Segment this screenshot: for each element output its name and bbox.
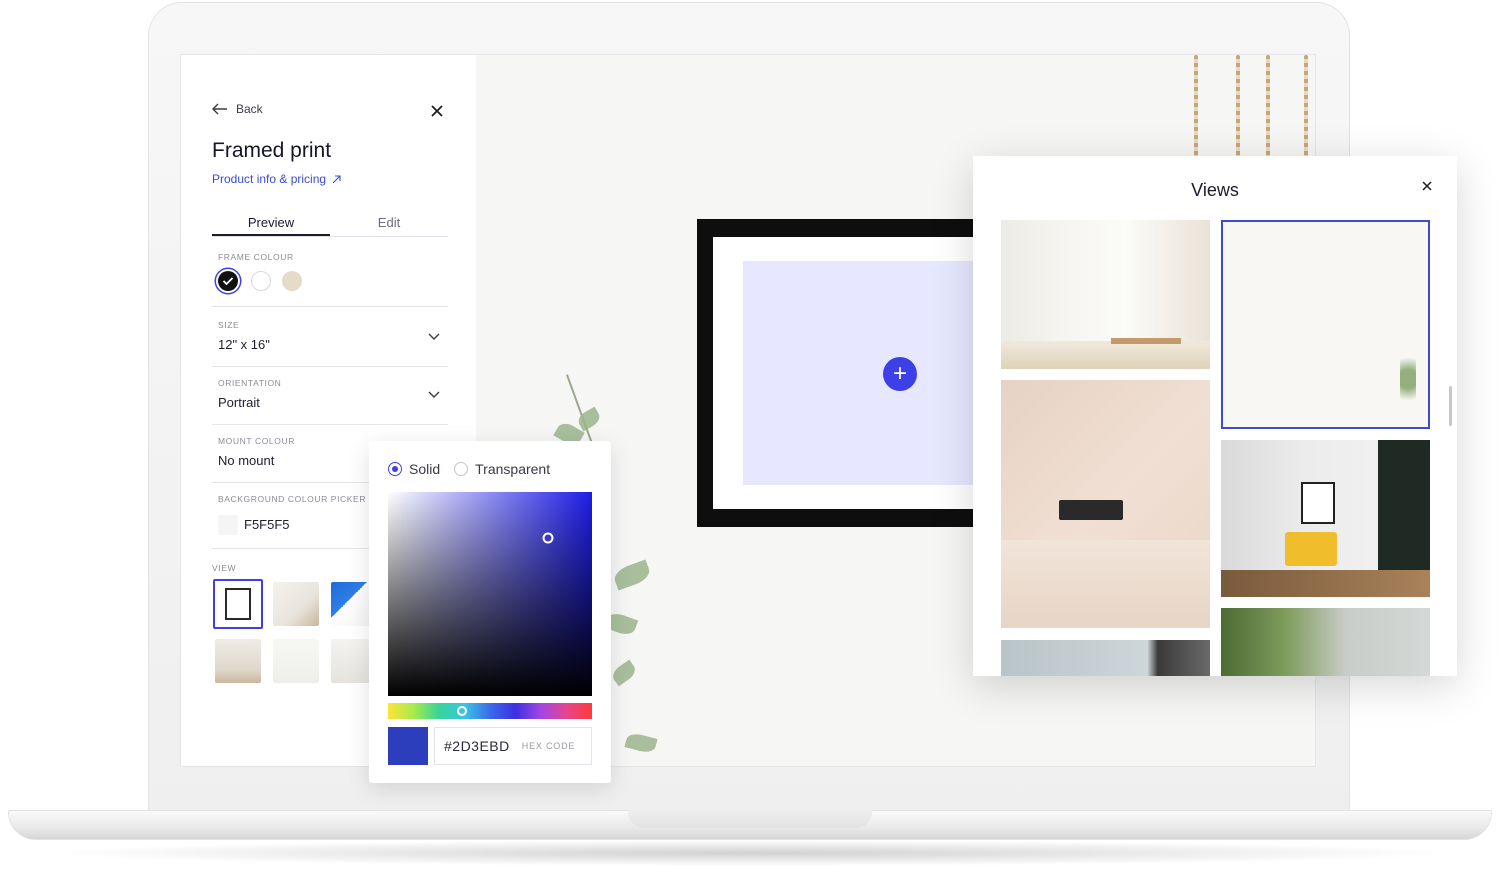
frame-outline-icon <box>225 588 251 620</box>
hue-handle[interactable] <box>457 706 467 716</box>
background-colour-label: BACKGROUND COLOUR PICKER <box>218 494 367 504</box>
arrow-left-icon <box>212 103 227 115</box>
hex-code-hint: HEX CODE <box>521 741 576 751</box>
hex-code-input[interactable]: #2D3EBD HEX CODE <box>434 727 592 765</box>
external-link-icon <box>332 174 341 183</box>
saturation-value-area[interactable] <box>388 492 592 696</box>
chevron-down-icon <box>428 333 440 340</box>
framed-print-preview: + <box>697 219 999 527</box>
orientation-value: Portrait <box>218 395 260 410</box>
frame-colour-label: FRAME COLOUR <box>218 252 294 262</box>
leaf-decoration <box>624 731 658 755</box>
view-option-dining[interactable] <box>1001 220 1210 369</box>
tab-edit[interactable]: Edit <box>330 213 448 236</box>
view-option-sofa[interactable] <box>1001 380 1210 628</box>
view-option-plain-wall[interactable] <box>1221 220 1430 429</box>
product-info-link[interactable]: Product info & pricing <box>212 172 341 186</box>
transparent-radio[interactable]: Transparent <box>454 461 550 477</box>
views-scrollbar[interactable] <box>1449 386 1452 426</box>
view-thumbnail-frame[interactable] <box>213 579 263 629</box>
radio-unchecked-icon <box>454 462 469 476</box>
view-thumbnail-bedroom[interactable] <box>215 639 261 683</box>
rope-decoration <box>1266 55 1270 160</box>
fill-mode-options: Solid Transparent <box>388 461 550 477</box>
tab-bar: Preview Edit <box>212 213 448 237</box>
solid-label: Solid <box>409 461 441 477</box>
add-image-button[interactable]: + <box>883 357 917 391</box>
size-label: SIZE <box>218 320 240 330</box>
laptop-shadow <box>40 840 1460 866</box>
laptop-notch <box>628 810 872 828</box>
views-title: Views <box>1191 180 1239 200</box>
hue-slider[interactable] <box>388 703 592 719</box>
selected-color-swatch <box>388 727 428 765</box>
orientation-label: ORIENTATION <box>218 378 282 388</box>
view-option-armchair[interactable] <box>1221 440 1430 597</box>
rope-decoration <box>1194 55 1198 160</box>
color-picker-popup: Solid Transparent #2D3EBD HEX CODE <box>369 441 611 783</box>
radio-checked-icon <box>388 462 402 476</box>
view-option-curtain[interactable] <box>1001 640 1210 676</box>
view-thumbnail-wall[interactable] <box>273 639 319 683</box>
close-icon[interactable] <box>1421 180 1433 192</box>
views-modal: Views <box>973 156 1457 676</box>
leaf-decoration <box>611 559 653 591</box>
check-icon <box>222 277 234 286</box>
back-label: Back <box>236 102 263 116</box>
view-option-palm[interactable] <box>1221 608 1430 676</box>
size-select[interactable]: SIZE 12" x 16" <box>212 317 448 367</box>
size-value: 12" x 16" <box>218 337 270 352</box>
frame-mount: + <box>713 237 999 509</box>
view-label: VIEW <box>212 563 237 573</box>
frame-colour-black-swatch[interactable] <box>218 271 238 291</box>
hex-code-value: #2D3EBD <box>444 738 510 754</box>
tab-preview[interactable]: Preview <box>212 213 330 236</box>
leaf-decoration <box>609 659 639 687</box>
rope-decoration <box>1304 55 1308 160</box>
color-handle[interactable] <box>542 532 554 544</box>
frame-colour-white-swatch[interactable] <box>251 271 271 291</box>
view-thumbnail-room[interactable] <box>273 582 319 626</box>
frame-colour-natural-swatch[interactable] <box>282 271 302 291</box>
orientation-select[interactable]: ORIENTATION Portrait <box>212 375 448 425</box>
back-button[interactable]: Back <box>212 102 263 116</box>
transparent-label: Transparent <box>475 461 551 477</box>
page-title: Framed print <box>212 139 332 162</box>
background-colour-value: F5F5F5 <box>244 517 290 532</box>
chevron-down-icon <box>428 391 440 398</box>
solid-radio[interactable]: Solid <box>388 461 440 477</box>
frame-colour-field: FRAME COLOUR <box>212 251 448 307</box>
close-icon[interactable] <box>429 103 445 119</box>
rope-decoration <box>1236 55 1240 160</box>
mount-colour-label: MOUNT COLOUR <box>218 436 295 446</box>
background-colour-swatch[interactable] <box>218 515 238 535</box>
artwork-placeholder[interactable]: + <box>743 261 999 485</box>
product-info-label: Product info & pricing <box>212 172 327 186</box>
mount-colour-value: No mount <box>218 453 275 468</box>
